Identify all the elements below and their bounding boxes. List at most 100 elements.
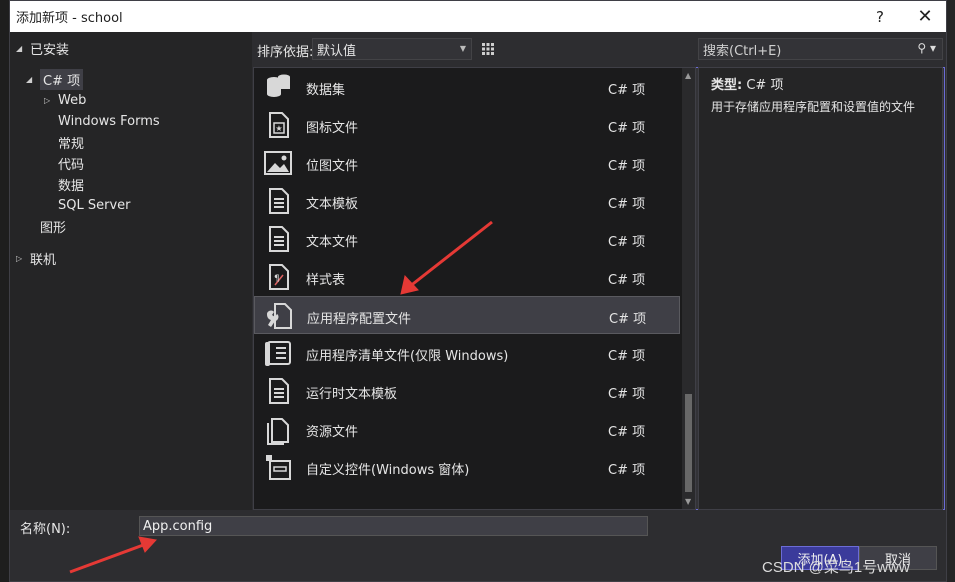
scrollbar-thumb[interactable]	[685, 394, 692, 492]
template-item[interactable]: 应用程序配置文件 C# 项	[254, 296, 680, 334]
text-template-icon	[269, 188, 289, 214]
template-item-name: 数据集	[306, 83, 346, 98]
watermark: CSDN @菜鸟1号www	[762, 559, 910, 576]
chevron-down-icon: ▼	[459, 44, 466, 53]
tree-item-web[interactable]: ▷ Web	[44, 90, 86, 110]
expanded-arrow-icon: ◢	[26, 74, 33, 84]
template-item-name: 文本模板	[306, 197, 359, 212]
template-list: 数据集 C# 项 ★ 图标文件 C# 项位图文件 C# 项文本模板 C# 项文本文件 C# 项…	[253, 67, 696, 510]
template-item-name: 位图文件	[306, 159, 359, 174]
tree-item-label: 数据	[58, 178, 85, 194]
template-item-kind: C# 项	[608, 273, 646, 288]
tree-item-label: 代码	[58, 157, 85, 173]
tree-item-graphics[interactable]: 图形	[40, 216, 66, 236]
template-item-name: 应用程序配置文件	[307, 312, 412, 327]
manifest-icon	[265, 341, 291, 366]
tree-item-sql-server[interactable]: SQL Server	[58, 195, 131, 215]
stylesheet-icon: ¶	[269, 264, 289, 290]
tree-item-label: SQL Server	[58, 197, 131, 213]
name-field[interactable]: App.config	[139, 516, 648, 536]
template-item[interactable]: ★ 图标文件 C# 项	[254, 106, 680, 144]
icon-file-icon: ★	[269, 112, 289, 138]
template-item-kind: C# 项	[608, 387, 646, 402]
template-item[interactable]: 应用程序清单文件(仅限 Windows) C# 项	[254, 334, 680, 372]
search-placeholder: 搜索(Ctrl+E)	[703, 43, 782, 59]
custom-control-icon	[266, 455, 291, 480]
tree-item-data[interactable]: 数据	[58, 174, 84, 194]
dialog-title: 添加新项 - school	[16, 11, 123, 26]
collapsed-arrow-icon: ▷	[44, 95, 51, 105]
template-item[interactable]: 文本模板 C# 项	[254, 182, 680, 220]
svg-text:★: ★	[275, 124, 282, 133]
tree-item-label: 常规	[58, 136, 85, 152]
app-config-icon	[267, 303, 292, 329]
template-item[interactable]: 文本文件 C# 项	[254, 220, 680, 258]
template-item-name: 应用程序清单文件(仅限 Windows)	[306, 349, 509, 364]
expanded-arrow-icon: ◢	[16, 43, 23, 53]
tree-item-csharp[interactable]: ◢ C# 项	[26, 68, 84, 90]
tree-item-label: 图形	[40, 220, 67, 236]
template-item-kind: C# 项	[608, 349, 646, 364]
title-bar: 添加新项 - school ? ✕	[10, 1, 946, 32]
vertical-scrollbar[interactable]: ▲ ▼	[682, 68, 695, 509]
add-new-item-dialog: 添加新项 - school ? ✕ ◢ 已安装 ◢ C# 项 ▷ Web Win…	[9, 0, 947, 582]
template-item-name: 自定义控件(Windows 窗体)	[306, 463, 470, 478]
template-item-kind: C# 项	[608, 159, 646, 174]
template-item[interactable]: 位图文件 C# 项	[254, 144, 680, 182]
item-description: 用于存储应用程序配置和设置值的文件	[711, 100, 916, 114]
sort-dropdown[interactable]: 默认值 ▼	[312, 38, 472, 60]
template-item-kind: C# 项	[608, 83, 646, 98]
template-item-kind: C# 项	[608, 463, 646, 478]
text-file-icon	[269, 226, 289, 252]
help-button[interactable]: ?	[858, 1, 902, 32]
tree-item-label: Windows Forms	[58, 113, 160, 129]
grid-view-button[interactable]	[477, 38, 499, 60]
tree-item-installed[interactable]: ◢ 已安装	[16, 38, 69, 58]
template-item-kind: C# 项	[608, 197, 646, 212]
tree-item-online[interactable]: ▷ 联机	[16, 248, 56, 268]
tree-item-general[interactable]: 常规	[58, 132, 84, 152]
sort-label: 排序依据:	[257, 45, 314, 60]
name-value: App.config	[143, 518, 213, 534]
close-button[interactable]: ✕	[903, 1, 947, 32]
sort-value: 默认值	[317, 43, 357, 59]
category-tree: ◢ 已安装 ◢ C# 项 ▷ Web Windows Forms 常规 代码 数…	[10, 32, 252, 510]
type-value: C# 项	[746, 78, 784, 93]
bitmap-icon	[264, 151, 292, 175]
template-item[interactable]: 运行时文本模板 C# 项	[254, 372, 680, 410]
tree-item-code[interactable]: 代码	[58, 153, 84, 173]
template-item-name: 图标文件	[306, 121, 359, 136]
scroll-up-icon[interactable]: ▲	[685, 71, 691, 80]
template-item-kind: C# 项	[608, 121, 646, 136]
template-item-kind: C# 项	[608, 425, 646, 440]
template-item-name: 运行时文本模板	[306, 387, 398, 402]
tree-item-windows-forms[interactable]: Windows Forms	[58, 111, 160, 131]
tree-item-label: 联机	[30, 252, 57, 268]
resource-file-icon	[267, 418, 289, 445]
template-item[interactable]: 数据集 C# 项	[254, 68, 680, 106]
scroll-down-icon[interactable]: ▼	[685, 497, 691, 506]
collapsed-arrow-icon: ▷	[16, 253, 23, 263]
search-input[interactable]: 搜索(Ctrl+E) ⚲ ▾	[698, 38, 943, 60]
svg-text:¶: ¶	[274, 274, 280, 284]
template-item[interactable]: 自定义控件(Windows 窗体) C# 项	[254, 448, 680, 486]
dataset-icon	[267, 74, 290, 97]
template-item-kind: C# 项	[609, 312, 647, 327]
template-item-name: 资源文件	[306, 425, 359, 440]
name-label: 名称(N):	[20, 522, 71, 537]
grid-view-icon	[482, 43, 494, 55]
type-label: 类型:	[711, 78, 743, 93]
template-item-name: 样式表	[306, 273, 346, 288]
template-item[interactable]: 资源文件 C# 项	[254, 410, 680, 448]
template-item-name: 文本文件	[306, 235, 359, 250]
template-item[interactable]: ¶ 样式表 C# 项	[254, 258, 680, 296]
tree-item-label: C# 项	[40, 68, 84, 90]
search-icon[interactable]: ⚲ ▾	[917, 41, 936, 55]
background-editor-right	[947, 0, 955, 582]
tree-item-label: 已安装	[30, 42, 70, 58]
tree-item-label: Web	[58, 92, 87, 108]
details-panel: 类型: C# 项 用于存储应用程序配置和设置值的文件	[698, 67, 943, 510]
template-item-kind: C# 项	[608, 235, 646, 250]
runtime-template-icon	[269, 378, 289, 404]
type-line: 类型: C# 项	[711, 74, 783, 93]
